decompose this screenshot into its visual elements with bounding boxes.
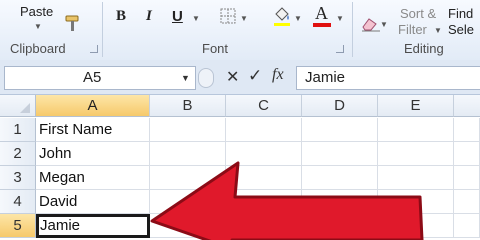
red-arrow-icon (150, 161, 424, 240)
